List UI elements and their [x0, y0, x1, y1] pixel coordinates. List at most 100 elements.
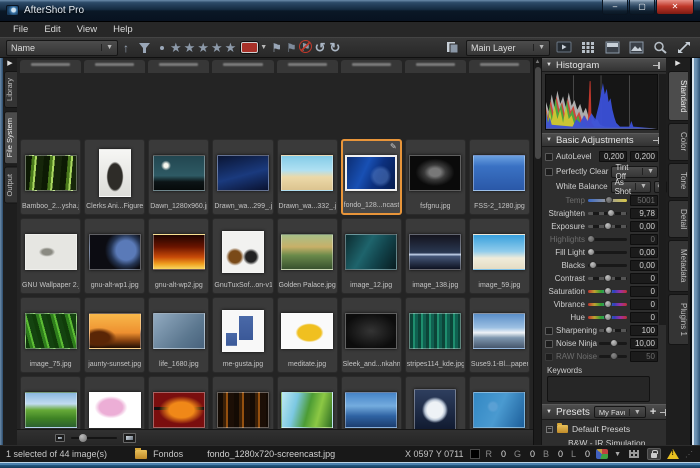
- tree-expander-icon[interactable]: −: [546, 426, 553, 433]
- star-icon[interactable]: ★: [184, 41, 197, 54]
- basic-adjustments-header[interactable]: ▼ Basic Adjustments: [542, 133, 666, 147]
- adjustment-value-field[interactable]: 0: [630, 273, 658, 284]
- adjustment-slider[interactable]: [588, 277, 627, 280]
- adjustment-value-field[interactable]: 50: [630, 351, 658, 362]
- left-tab[interactable]: Output: [4, 167, 17, 204]
- slider-knob[interactable]: [604, 274, 612, 282]
- menu-item[interactable]: Help: [106, 23, 140, 36]
- sort-dropdown[interactable]: Name ▼: [6, 40, 118, 56]
- adjustment-slider[interactable]: [588, 316, 627, 319]
- chevron-down-icon[interactable]: ▼: [614, 451, 621, 458]
- left-tab[interactable]: Library: [4, 71, 17, 108]
- adjustment-value-field[interactable]: 0,00: [630, 247, 658, 258]
- thumb-cell[interactable]: stripes114_kde.jpg: [405, 297, 466, 373]
- pin-icon[interactable]: [660, 409, 666, 416]
- color-label-button[interactable]: ▼: [241, 42, 267, 53]
- rating-none-button[interactable]: [160, 46, 164, 50]
- thumb-cell[interactable]: Clerks Ani...Figure.jpg: [84, 139, 145, 215]
- thumb-cell[interactable]: Dawn_1280x960.jpg: [148, 139, 209, 215]
- slider-knob[interactable]: [589, 261, 597, 269]
- thumb-cell-partial[interactable]: [405, 60, 466, 73]
- collapse-triangle-icon[interactable]: ▼: [546, 409, 552, 415]
- thumb-cell-partial[interactable]: [277, 60, 338, 73]
- thumb-cell[interactable]: vista-wall...r-dock.jpg: [341, 376, 402, 429]
- thumb-cell[interactable]: Unveil.jpeg: [212, 376, 273, 429]
- menu-item[interactable]: View: [70, 23, 104, 36]
- thumb-cell[interactable]: FSS-2_1280.jpg: [469, 139, 530, 215]
- thumb-cell[interactable]: Bamboo_2...ysha.jpg: [20, 139, 81, 215]
- thumb-cell[interactable]: GNU Wallpaper 2.jpg: [20, 218, 81, 294]
- scrollbar-thumb[interactable]: [535, 67, 541, 159]
- right-tab[interactable]: Plugins 1: [668, 294, 688, 345]
- thumb-cell-partial[interactable]: [20, 60, 81, 73]
- right-tab[interactable]: Tone: [668, 163, 688, 198]
- collapse-triangle-icon[interactable]: ▼: [546, 137, 552, 143]
- pin-icon[interactable]: [653, 62, 662, 69]
- thumb-cell[interactable]: me-gusta.jpg: [212, 297, 273, 373]
- adjustment-slider[interactable]: [588, 303, 627, 306]
- filter-button[interactable]: [134, 40, 154, 55]
- thumb-cell[interactable]: meditate.jpg: [277, 297, 338, 373]
- panel-scrollbar[interactable]: [659, 74, 666, 325]
- scroll-up-arrow[interactable]: ▲: [535, 58, 541, 66]
- adjustment-slider[interactable]: [599, 342, 627, 345]
- left-tab[interactable]: File System: [4, 111, 17, 164]
- adjustment-checkbox[interactable]: [545, 353, 553, 361]
- thumb-cell-partial[interactable]: [469, 60, 530, 73]
- minimize-button[interactable]: –: [602, 0, 628, 15]
- collapse-triangle-icon[interactable]: ▼: [546, 62, 552, 68]
- rotate-left-button[interactable]: ↺: [315, 41, 326, 54]
- flag-reject-button[interactable]: ⚑: [301, 41, 311, 54]
- thumb-cell[interactable]: image_138.jpg: [405, 218, 466, 294]
- thumb-cell[interactable]: vista-wall...h-tree.jpg: [277, 376, 338, 429]
- adjustment-value-field[interactable]: 10,00: [630, 338, 658, 349]
- large-thumbnails-icon[interactable]: [123, 433, 136, 443]
- thumb-cell[interactable]: Drawn_wa...332_.jpg: [277, 139, 338, 215]
- thumb-cell-partial[interactable]: [341, 60, 402, 73]
- warning-icon[interactable]: [667, 449, 679, 459]
- slider-knob[interactable]: [604, 300, 612, 308]
- thumbnail-view-button[interactable]: [578, 40, 598, 55]
- preset-item[interactable]: − B&W - IR Simulation: [546, 436, 664, 445]
- slider-knob[interactable]: [587, 248, 595, 256]
- thumb-cell[interactable]: GnuTuxSof...on-v1.jpg: [212, 218, 273, 294]
- copy-settings-button[interactable]: [442, 40, 462, 55]
- thumb-cell[interactable]: Sleek_and...nkahn.jpg: [341, 297, 402, 373]
- thumb-cell[interactable]: The_Art_O...eFear.jpg: [84, 376, 145, 429]
- thumb-cell[interactable]: jaunty-sunset.jpg: [84, 297, 145, 373]
- adjustment-value-field[interactable]: 100: [630, 325, 658, 336]
- autolevel-checkbox[interactable]: [545, 153, 553, 161]
- perfectly-clear-dropdown[interactable]: Tint Off ▼: [611, 166, 658, 178]
- right-tab[interactable]: Color: [668, 123, 688, 160]
- add-preset-button[interactable]: +: [650, 407, 656, 418]
- thumb-cell[interactable]: gnu-alt-wp2.jpg: [148, 218, 209, 294]
- thumb-cell[interactable]: Golden Palace.jpg: [277, 218, 338, 294]
- layer-dropdown[interactable]: Main Layer ▼: [466, 40, 550, 56]
- thumb-cell[interactable]: fsfgnu.jpg: [405, 139, 466, 215]
- menu-item[interactable]: File: [6, 23, 35, 36]
- sort-direction-button[interactable]: ↑: [122, 42, 130, 54]
- adjustment-value-field[interactable]: 0: [630, 234, 658, 245]
- thumb-cell[interactable]: image_59.jpg: [469, 218, 530, 294]
- fullscreen-button[interactable]: [674, 40, 694, 55]
- adjustment-value-field[interactable]: 9,78: [630, 208, 658, 219]
- thumb-cell[interactable]: Suse9.1-Bl...papers.jpg: [469, 297, 530, 373]
- menu-item[interactable]: Edit: [37, 23, 67, 36]
- maximize-button[interactable]: ▢: [629, 0, 655, 15]
- preview-view-button[interactable]: [626, 40, 646, 55]
- close-button[interactable]: ✕: [656, 0, 694, 15]
- thumb-cell-partial[interactable]: [212, 60, 273, 73]
- thumb-cell[interactable]: ubuntuenergy.jpg: [148, 376, 209, 429]
- adjustment-value-field[interactable]: 0,00: [630, 260, 658, 271]
- adjustment-slider[interactable]: [588, 264, 627, 267]
- thumb-cell[interactable]: vladstudio...0x1024.jpg: [405, 376, 466, 429]
- slider-knob[interactable]: [604, 287, 612, 295]
- thumb-cell[interactable]: image_75.jpg: [20, 297, 81, 373]
- adjustment-slider[interactable]: [599, 329, 627, 332]
- lock-button[interactable]: [647, 448, 661, 460]
- slider-knob[interactable]: [604, 222, 612, 230]
- thumb-cell[interactable]: Drawn_wa...299_.jpg: [212, 139, 273, 215]
- thumb-cell-partial[interactable]: [148, 60, 209, 73]
- slider-knob[interactable]: [607, 209, 615, 217]
- thumb-cell[interactable]: life_1680.jpg: [148, 297, 209, 373]
